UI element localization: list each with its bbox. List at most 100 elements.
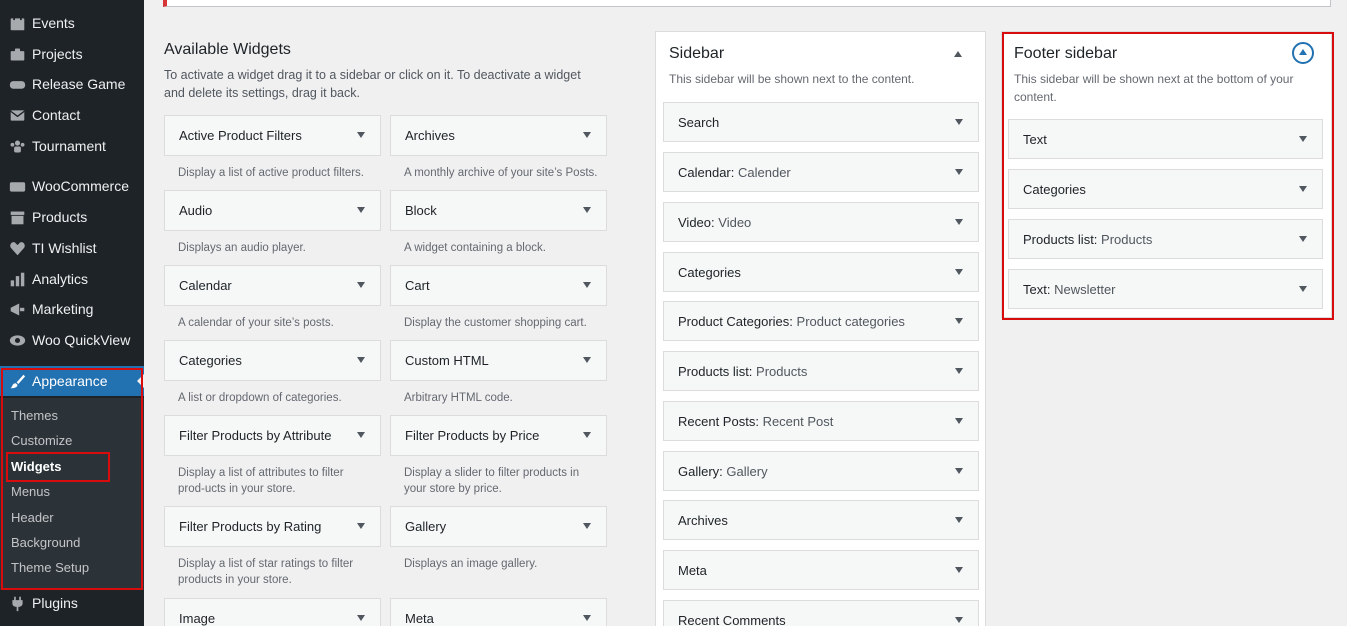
menu-item-plugins[interactable]: Plugins	[0, 588, 144, 618]
widget-title: Image	[179, 611, 216, 626]
menu-item-woocommerce[interactable]: WooCommerce	[0, 171, 144, 201]
widget-block[interactable]: Block	[390, 190, 607, 231]
caret-down-icon[interactable]	[583, 132, 591, 138]
caret-down-icon[interactable]	[357, 615, 365, 621]
menu-item-contact[interactable]: Contact	[0, 100, 144, 130]
sidebar-widget-product-categories[interactable]: Product Categories: Product categories	[663, 301, 979, 341]
caret-down-icon[interactable]	[357, 432, 365, 438]
widget-image[interactable]: Image	[164, 598, 381, 626]
footer-widget-text[interactable]: Text	[1008, 119, 1323, 159]
menu-item-marketing[interactable]: Marketing	[0, 294, 144, 324]
footer-sidebar-description: This sidebar will be shown next at the b…	[1014, 72, 1294, 104]
caret-down-icon[interactable]	[357, 207, 365, 213]
caret-down-icon[interactable]	[955, 318, 963, 324]
widget-description: Displays an audio player.	[178, 242, 306, 254]
caret-down-icon[interactable]	[955, 119, 963, 125]
widget-categories[interactable]: Categories	[164, 340, 381, 381]
sidebar-widget-calendar[interactable]: Calendar: Calender	[663, 152, 979, 192]
widget-archives[interactable]: Archives	[390, 115, 607, 156]
menu-item-release-game[interactable]: Release Game	[0, 69, 144, 99]
caret-down-icon[interactable]	[583, 207, 591, 213]
menu-item-appearance[interactable]: Appearance	[0, 366, 144, 396]
caret-down-icon[interactable]	[955, 418, 963, 424]
widget-title: Archives	[405, 128, 455, 143]
sidebar-widget-video[interactable]: Video: Video	[663, 202, 979, 242]
caret-down-icon[interactable]	[955, 219, 963, 225]
caret-down-icon[interactable]	[955, 617, 963, 623]
caret-down-icon[interactable]	[955, 517, 963, 523]
menu-item-projects[interactable]: Projects	[0, 39, 144, 69]
sidebar-widget-categories[interactable]: Categories	[663, 252, 979, 292]
collapse-up-icon[interactable]	[954, 51, 962, 57]
caret-down-icon[interactable]	[583, 615, 591, 621]
sidebar-widget-products-list[interactable]: Products list: Products	[663, 351, 979, 391]
menu-item-events[interactable]: Events	[0, 8, 144, 38]
submenu-item-theme-setup[interactable]: Theme Setup	[11, 560, 89, 575]
menu-item-woo-quickview[interactable]: Woo QuickView	[0, 325, 144, 355]
sidebar-title[interactable]: Sidebar	[669, 45, 724, 63]
footer-widget-products-list[interactable]: Products list: Products	[1008, 219, 1323, 259]
menu-item-ti-wishlist[interactable]: TI Wishlist	[0, 233, 144, 263]
widget-active-product-filters[interactable]: Active Product Filters	[164, 115, 381, 156]
chart-bar-icon	[7, 269, 27, 289]
widget-meta[interactable]: Meta	[390, 598, 607, 626]
caret-down-icon[interactable]	[1299, 136, 1307, 142]
caret-down-icon[interactable]	[955, 567, 963, 573]
submenu-item-customize[interactable]: Customize	[11, 433, 72, 448]
submenu-item-header[interactable]: Header	[11, 510, 54, 525]
caret-down-icon[interactable]	[583, 523, 591, 529]
caret-down-icon[interactable]	[955, 468, 963, 474]
widget-custom-html[interactable]: Custom HTML	[390, 340, 607, 381]
caret-down-icon[interactable]	[955, 269, 963, 275]
widget-cart[interactable]: Cart	[390, 265, 607, 306]
submenu-item-themes[interactable]: Themes	[11, 408, 58, 423]
caret-down-icon[interactable]	[583, 432, 591, 438]
widget-title: Categories	[179, 353, 242, 368]
caret-down-icon[interactable]	[955, 169, 963, 175]
widget-description: A widget containing a block.	[404, 242, 546, 254]
menu-item-analytics[interactable]: Analytics	[0, 264, 144, 294]
sidebar-widget-gallery[interactable]: Gallery: Gallery	[663, 451, 979, 491]
widget-title: Block	[405, 203, 437, 218]
widget-title: Cart	[405, 278, 430, 293]
sidebar-widget-meta[interactable]: Meta	[663, 550, 979, 590]
widget-description: A list or dropdown of categories.	[178, 392, 342, 404]
widget-description: A monthly archive of your site’s Posts.	[404, 167, 598, 179]
caret-down-icon[interactable]	[583, 357, 591, 363]
sidebar-widget-archives[interactable]: Archives	[663, 500, 979, 540]
widget-filter-products-by-attribute[interactable]: Filter Products by Attribute	[164, 415, 381, 456]
submenu-item-widgets[interactable]: Widgets	[11, 459, 61, 474]
footer-widget-categories[interactable]: Categories	[1008, 169, 1323, 209]
menu-label: TI Wishlist	[32, 240, 97, 256]
menu-item-products[interactable]: Products	[0, 202, 144, 232]
sidebar-widget-search[interactable]: Search	[663, 102, 979, 142]
caret-down-icon[interactable]	[1299, 186, 1307, 192]
caret-down-icon[interactable]	[357, 132, 365, 138]
widget-description: Display the customer shopping cart.	[404, 317, 587, 329]
sidebar-widget-recent-comments[interactable]: Recent Comments	[663, 600, 979, 626]
widget-calendar[interactable]: Calendar	[164, 265, 381, 306]
caret-down-icon[interactable]	[1299, 236, 1307, 242]
widget-filter-products-by-price[interactable]: Filter Products by Price	[390, 415, 607, 456]
sidebar-widget-recent-posts[interactable]: Recent Posts: Recent Post	[663, 401, 979, 441]
caret-down-icon[interactable]	[955, 368, 963, 374]
footer-sidebar-title[interactable]: Footer sidebar	[1014, 45, 1117, 63]
widget-audio[interactable]: Audio	[164, 190, 381, 231]
menu-label: WooCommerce	[32, 178, 129, 194]
submenu-item-menus[interactable]: Menus	[11, 484, 50, 499]
widget-title: Archives	[678, 513, 728, 528]
footer-widget-text-newsletter[interactable]: Text: Newsletter	[1008, 269, 1323, 309]
submenu-item-background[interactable]: Background	[11, 535, 80, 550]
caret-down-icon[interactable]	[357, 282, 365, 288]
heart-icon	[7, 238, 27, 258]
caret-down-icon[interactable]	[583, 282, 591, 288]
collapse-toggle-icon[interactable]	[1292, 42, 1314, 64]
caret-down-icon[interactable]	[357, 523, 365, 529]
menu-item-tournament[interactable]: Tournament	[0, 131, 144, 161]
caret-down-icon[interactable]	[357, 357, 365, 363]
caret-down-icon[interactable]	[1299, 286, 1307, 292]
widget-description: Arbitrary HTML code.	[404, 392, 513, 404]
widget-filter-products-by-rating[interactable]: Filter Products by Rating	[164, 506, 381, 547]
widget-gallery[interactable]: Gallery	[390, 506, 607, 547]
widget-title: Audio	[179, 203, 213, 218]
